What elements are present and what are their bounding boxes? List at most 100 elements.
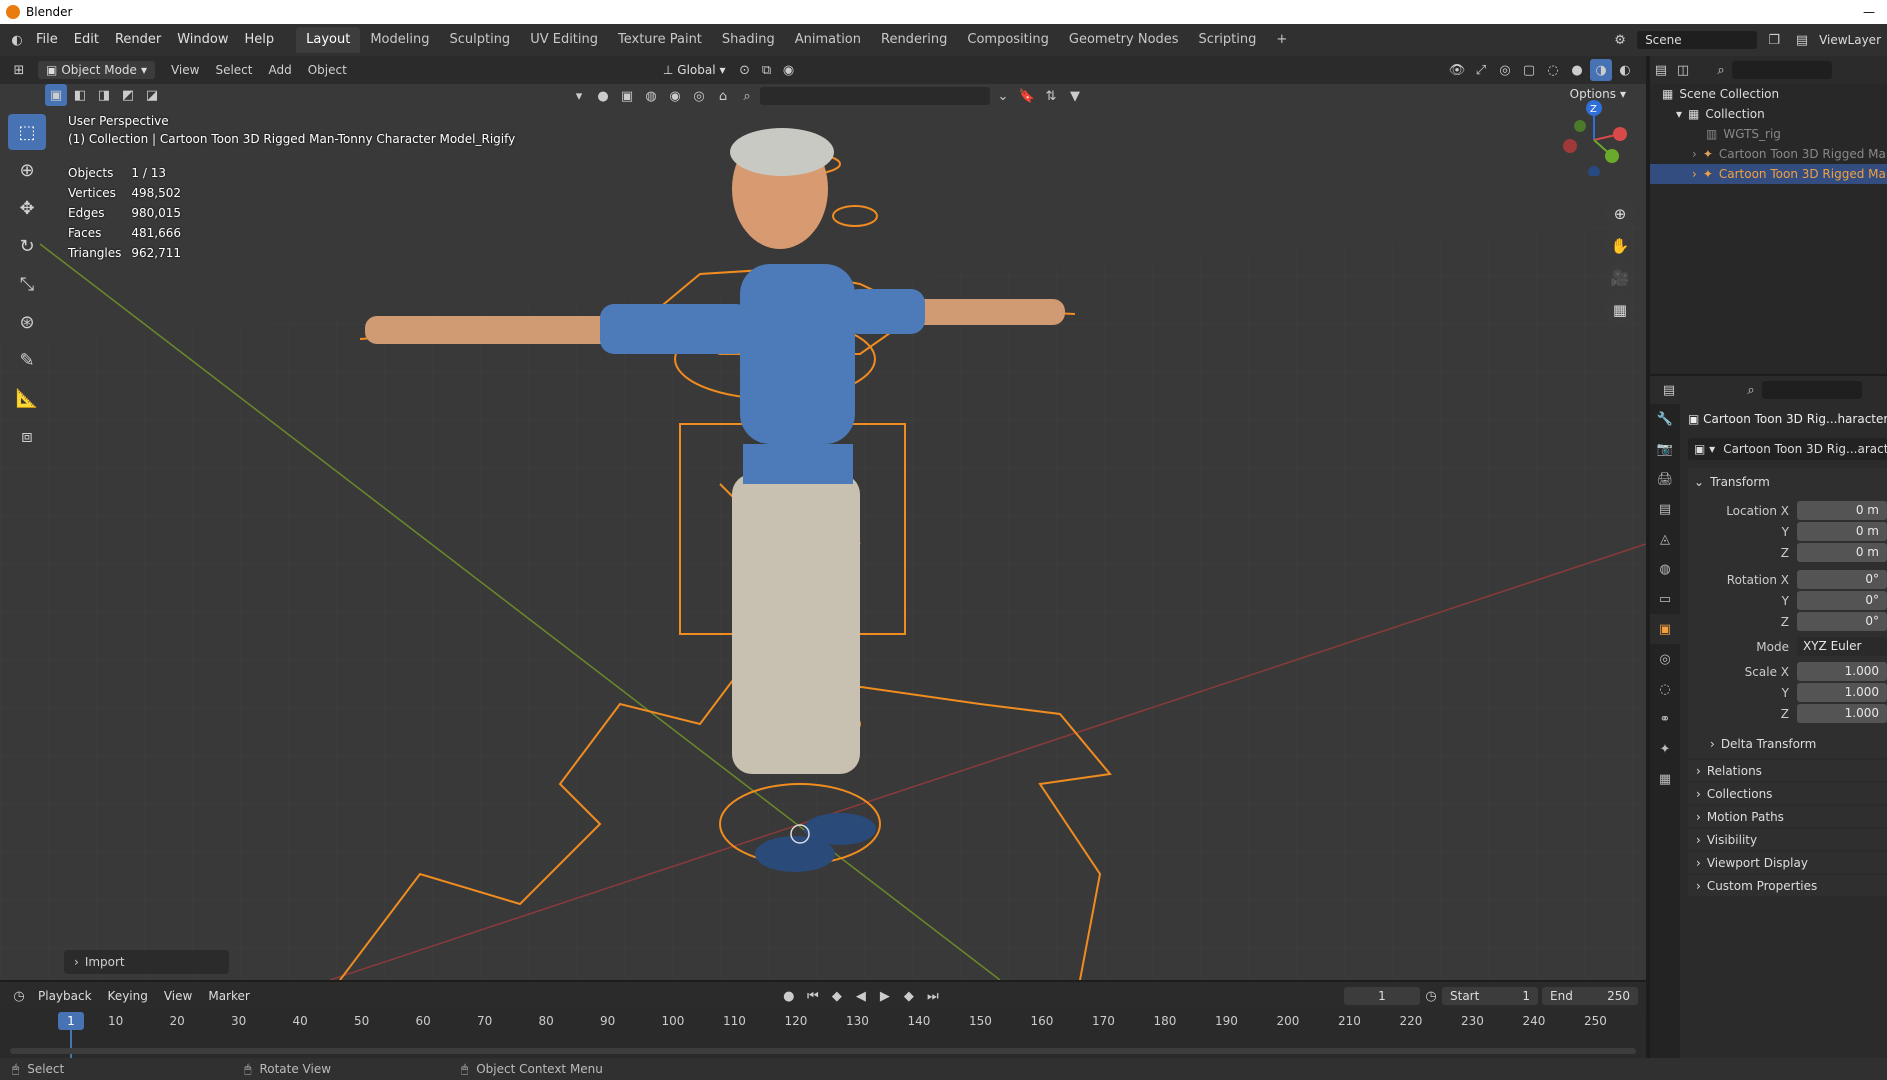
viewport-menu-object[interactable]: Object (300, 63, 355, 77)
blender-menu-icon[interactable]: ◐ (6, 29, 28, 51)
tab-rendering[interactable]: Rendering (871, 27, 957, 53)
transform-panel-header[interactable]: ⌄ Transform (1688, 468, 1887, 496)
location-y-field[interactable]: 0 m (1797, 522, 1887, 541)
tool-tab-icon[interactable]: 🔧 (1650, 404, 1680, 434)
sort-icon[interactable]: ⇅ (1040, 85, 1062, 107)
outliner-item[interactable]: › ✦ Cartoon Toon 3D Rigged Man (1650, 144, 1887, 164)
scale-tool-icon[interactable]: ⤡ (8, 266, 46, 302)
scene-icon[interactable]: ⚙ (1609, 29, 1631, 51)
xray-icon[interactable]: ▢ (1518, 59, 1540, 81)
rotation-z-field[interactable]: 0° (1797, 612, 1887, 631)
panel-visibility[interactable]: › Visibility (1688, 829, 1887, 850)
scale-x-field[interactable]: 1.000 (1797, 662, 1887, 681)
preview-range-icon[interactable]: ◷ (1420, 985, 1442, 1007)
location-z-field[interactable]: 0 m (1797, 543, 1887, 562)
rotation-mode-dropdown[interactable]: XYZ Euler (1797, 637, 1887, 656)
bookmark-icon[interactable]: 🔖 (1016, 85, 1038, 107)
play-icon[interactable]: ▶ (874, 985, 896, 1007)
expand-icon[interactable]: ⌄ (992, 85, 1014, 107)
panel-relations[interactable]: › Relations (1688, 760, 1887, 781)
outliner-editor-icon[interactable]: ▤ (1650, 59, 1672, 81)
constraints-tab-icon[interactable]: ⚭ (1650, 704, 1680, 734)
record-icon[interactable]: ● (778, 985, 800, 1007)
timeline-editor-icon[interactable]: ◷ (8, 985, 30, 1007)
outliner-search-icon[interactable]: ⌕ (1710, 59, 1732, 81)
viewport-menu-select[interactable]: Select (207, 63, 260, 77)
data-block-selector[interactable]: ▣ ▾ Cartoon Toon 3D Rig...aracter M (1688, 438, 1887, 460)
jump-keyframe-back-icon[interactable]: ◆ (826, 985, 848, 1007)
menu-window[interactable]: Window (169, 24, 236, 56)
view-layer-icon[interactable]: ▤ (1791, 29, 1813, 51)
material-filter-icon[interactable]: ◍ (640, 85, 662, 107)
object-color-icon[interactable]: ● (592, 85, 614, 107)
display-mode-icon[interactable]: ◫ (1672, 59, 1694, 81)
scene-selector[interactable]: Scene (1637, 31, 1758, 49)
annotate-tool-icon[interactable]: ✎ (8, 342, 46, 378)
scene-collection-row[interactable]: ▦ Scene Collection (1650, 84, 1887, 104)
output-tab-icon[interactable]: 🖨 (1650, 464, 1680, 494)
collection-tab-icon[interactable]: ▭ (1650, 584, 1680, 614)
navigation-gizmo[interactable]: Z (1550, 96, 1630, 178)
menu-edit[interactable]: Edit (66, 24, 107, 56)
select-subtract-icon[interactable]: ◨ (93, 84, 115, 106)
location-x-field[interactable]: 0 m (1797, 501, 1887, 520)
tab-uv-editing[interactable]: UV Editing (520, 27, 608, 53)
transform-tool-icon[interactable]: ⊛ (8, 304, 46, 340)
current-frame-marker[interactable]: 1 (58, 1012, 84, 1030)
tab-layout[interactable]: Layout (296, 27, 361, 53)
snap-icon[interactable]: ⧉ (756, 59, 778, 81)
select-extend-icon[interactable]: ◧ (69, 84, 91, 106)
tab-texture-paint[interactable]: Texture Paint (608, 27, 712, 53)
minimize-icon[interactable]: — (1863, 5, 1875, 19)
timeline-menu-playback[interactable]: Playback (30, 987, 100, 1005)
ortho-grid-icon[interactable]: ▦ (1605, 295, 1635, 325)
texture-filter-icon[interactable]: ◉ (664, 85, 686, 107)
mode-selector[interactable]: ▣ Object Mode ▾ (38, 61, 155, 79)
tab-compositing[interactable]: Compositing (957, 27, 1059, 53)
collection-row[interactable]: ▾ ▦ Collection (1650, 104, 1887, 124)
visibility-icon[interactable]: 👁 (1446, 59, 1468, 81)
select-intersect-icon[interactable]: ◪ (141, 84, 163, 106)
menu-file[interactable]: File (28, 24, 66, 56)
tab-shading[interactable]: Shading (712, 27, 785, 53)
viewport-search-input[interactable] (760, 87, 990, 105)
rendered-shading-icon[interactable]: ◐ (1614, 59, 1636, 81)
move-tool-icon[interactable]: ✥ (8, 190, 46, 226)
outliner-item-active[interactable]: › ✦ Cartoon Toon 3D Rigged Man (1650, 164, 1887, 184)
editor-type-icon[interactable]: ⊞ (8, 59, 30, 81)
outliner-item[interactable]: ▥ WGTS_rig (1650, 124, 1887, 144)
select-invert-icon[interactable]: ◩ (117, 84, 139, 106)
jump-keyframe-forward-icon[interactable]: ◆ (898, 985, 920, 1007)
filter-dropdown-icon[interactable]: ▾ (568, 85, 590, 107)
scale-z-field[interactable]: 1.000 (1797, 704, 1887, 723)
viewport-menu-add[interactable]: Add (260, 63, 299, 77)
play-reverse-icon[interactable]: ◀ (850, 985, 872, 1007)
filter-icon[interactable]: ▼ (1064, 85, 1086, 107)
overlay-toggle-icon[interactable]: ◎ (1494, 59, 1516, 81)
rotate-tool-icon[interactable]: ↻ (8, 228, 46, 264)
object-tab-icon[interactable]: ▣ (1650, 614, 1680, 644)
properties-search-icon[interactable]: ⌕ (1740, 379, 1762, 401)
tab-geometry-nodes[interactable]: Geometry Nodes (1059, 27, 1189, 53)
view-layer-tab-icon[interactable]: ▤ (1650, 494, 1680, 524)
transform-orientation[interactable]: ⊥ Global ▾ (655, 61, 734, 79)
proportional-edit-icon[interactable]: ◉ (778, 59, 800, 81)
tab-animation[interactable]: Animation (785, 27, 871, 53)
timeline-ruler[interactable]: 10 20 30 40 50 60 70 80 90 100 110 120 130 140 150 160 1… (0, 1010, 1646, 1034)
material-shading-icon[interactable]: ◑ (1590, 59, 1612, 81)
timeline-menu-keying[interactable]: Keying (100, 987, 156, 1005)
properties-search-input[interactable] (1762, 381, 1862, 399)
camera-filter-icon[interactable]: ⌂ (712, 85, 734, 107)
jump-start-icon[interactable]: ⏮ (802, 985, 824, 1007)
pan-hand-icon[interactable]: ✋ (1605, 231, 1635, 261)
new-scene-icon[interactable]: ❐ (1763, 29, 1785, 51)
panel-custom-properties[interactable]: › Custom Properties (1688, 875, 1887, 896)
3d-viewport[interactable]: ▣ ◧ ◨ ◩ ◪ ▾ ● ▣ ◍ ◉ ◎ ⌂ ⌕ ⌄ 🔖 ⇅ ▼ Option… (0, 84, 1646, 980)
operator-panel[interactable]: › Import (64, 950, 229, 974)
properties-editor-icon[interactable]: ▤ (1658, 379, 1680, 401)
armature-data-tab-icon[interactable]: ✦ (1650, 734, 1680, 764)
jump-end-icon[interactable]: ⏭ (922, 985, 944, 1007)
timeline-menu-view[interactable]: View (156, 987, 200, 1005)
panel-delta-transform[interactable]: › Delta Transform (1688, 730, 1887, 758)
render-tab-icon[interactable]: 📷 (1650, 434, 1680, 464)
